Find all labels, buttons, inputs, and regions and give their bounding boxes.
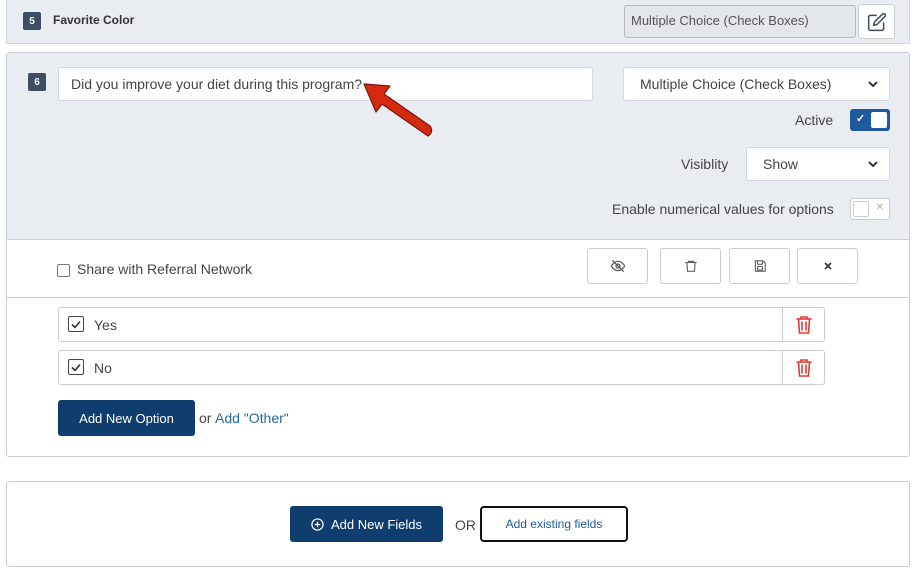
field-settings-panel: 6 Did you improve your diet during this …: [7, 53, 909, 240]
trash-icon: [684, 260, 697, 272]
add-new-fields-button[interactable]: Add New Fields: [290, 506, 443, 542]
annotation-arrow-icon: [363, 83, 433, 137]
chevron-down-icon: [868, 81, 878, 88]
field-type-select[interactable]: Multiple Choice (Check Boxes): [623, 67, 890, 101]
close-editor-button[interactable]: [797, 248, 858, 284]
field-type-value: Multiple Choice (Check Boxes): [640, 76, 832, 92]
delete-option-button[interactable]: [782, 351, 824, 384]
trash-icon: [795, 358, 812, 377]
eye-slash-icon: [610, 260, 625, 272]
trash-icon: [795, 315, 812, 334]
field-number-badge: 5: [23, 12, 41, 30]
active-label: Active: [795, 112, 834, 128]
add-new-fields-label: Add New Fields: [330, 516, 423, 532]
add-existing-fields-button[interactable]: Add existing fields: [480, 506, 628, 542]
numerical-values-toggle[interactable]: ✕: [850, 198, 890, 220]
numerical-values-label: Enable numerical values for options: [612, 201, 834, 217]
add-fields-footer: Add New Fields OR Add existing fields: [6, 481, 910, 567]
check-icon: ✓: [856, 113, 866, 125]
visibility-value: Show: [763, 156, 799, 172]
check-icon: [71, 363, 81, 372]
plus-circle-icon: [311, 517, 324, 531]
visibility-select[interactable]: Show: [746, 147, 890, 181]
hide-field-button[interactable]: [587, 248, 648, 284]
field-number-badge: 6: [28, 73, 46, 91]
save-icon: [754, 260, 766, 272]
toggle-knob: [871, 112, 887, 128]
or-label: or: [199, 410, 212, 426]
delete-field-button[interactable]: [660, 248, 721, 284]
or-label: OR: [455, 517, 476, 533]
edit-field-button[interactable]: [858, 4, 895, 39]
option-checkbox[interactable]: [68, 359, 84, 375]
share-checkbox[interactable]: [57, 264, 70, 277]
add-other-link[interactable]: Add "Other": [215, 410, 289, 426]
field-type-display: Multiple Choice (Check Boxes): [624, 5, 856, 38]
field-card-6: 6 Did you improve your diet during this …: [6, 52, 910, 457]
close-icon: ✕: [875, 202, 884, 213]
add-new-option-button[interactable]: Add New Option: [58, 400, 195, 436]
option-row[interactable]: No: [58, 350, 825, 385]
edit-icon: [867, 12, 886, 31]
option-label: Yes: [94, 317, 117, 333]
share-label: Share with Referral Network: [77, 261, 253, 277]
field-title: Favorite Color: [53, 13, 135, 27]
option-checkbox[interactable]: [68, 316, 84, 332]
toggle-knob: [853, 201, 869, 217]
active-toggle[interactable]: ✓: [850, 109, 890, 131]
check-icon: [71, 320, 81, 329]
field-card-5: 5 Favorite Color Multiple Choice (Check …: [6, 0, 910, 44]
question-input[interactable]: Did you improve your diet during this pr…: [58, 67, 593, 101]
option-row[interactable]: Yes: [58, 307, 825, 342]
chevron-down-icon: [868, 161, 878, 168]
save-field-button[interactable]: [729, 248, 790, 284]
visibility-label: Visiblity: [681, 156, 729, 172]
close-icon: [823, 262, 832, 270]
share-actions-row: Share with Referral Network: [7, 240, 909, 298]
option-label: No: [94, 360, 112, 376]
delete-option-button[interactable]: [782, 308, 824, 341]
